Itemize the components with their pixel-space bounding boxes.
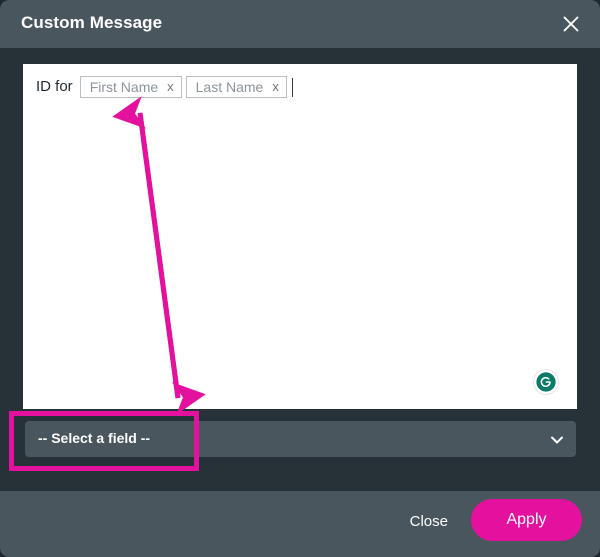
select-a-field-dropdown[interactable]: -- Select a field --: [25, 421, 576, 457]
token-label: Last Name: [195, 79, 264, 95]
token-remove-icon[interactable]: x: [167, 77, 174, 97]
token-label: First Name: [89, 79, 159, 95]
token-chip-last-name[interactable]: Last Name x: [185, 76, 287, 98]
chevron-down-icon[interactable]: [550, 433, 564, 445]
token-remove-icon[interactable]: x: [272, 77, 279, 97]
token-chip-first-name[interactable]: First Name x: [79, 76, 182, 98]
close-icon[interactable]: [556, 9, 586, 39]
text-caret: [291, 77, 293, 97]
dialog-title: Custom Message: [21, 13, 163, 32]
select-a-field-value: -- Select a field --: [38, 430, 151, 446]
dialog-footer: Close Apply: [0, 491, 600, 557]
grammarly-g-icon[interactable]: [533, 369, 559, 395]
dialog-header: Custom Message: [0, 0, 600, 48]
dialog-body: ID for First Name x Last Name x -- Selec…: [0, 48, 600, 491]
message-editor[interactable]: ID for First Name x Last Name x: [23, 64, 577, 409]
custom-message-dialog: Custom Message ID for First Name x Last …: [0, 0, 600, 557]
editor-static-text: ID for: [36, 78, 73, 95]
editor-content-line: ID for First Name x Last Name x: [36, 76, 293, 98]
close-button[interactable]: Close: [406, 507, 452, 536]
apply-button[interactable]: Apply: [471, 499, 582, 541]
